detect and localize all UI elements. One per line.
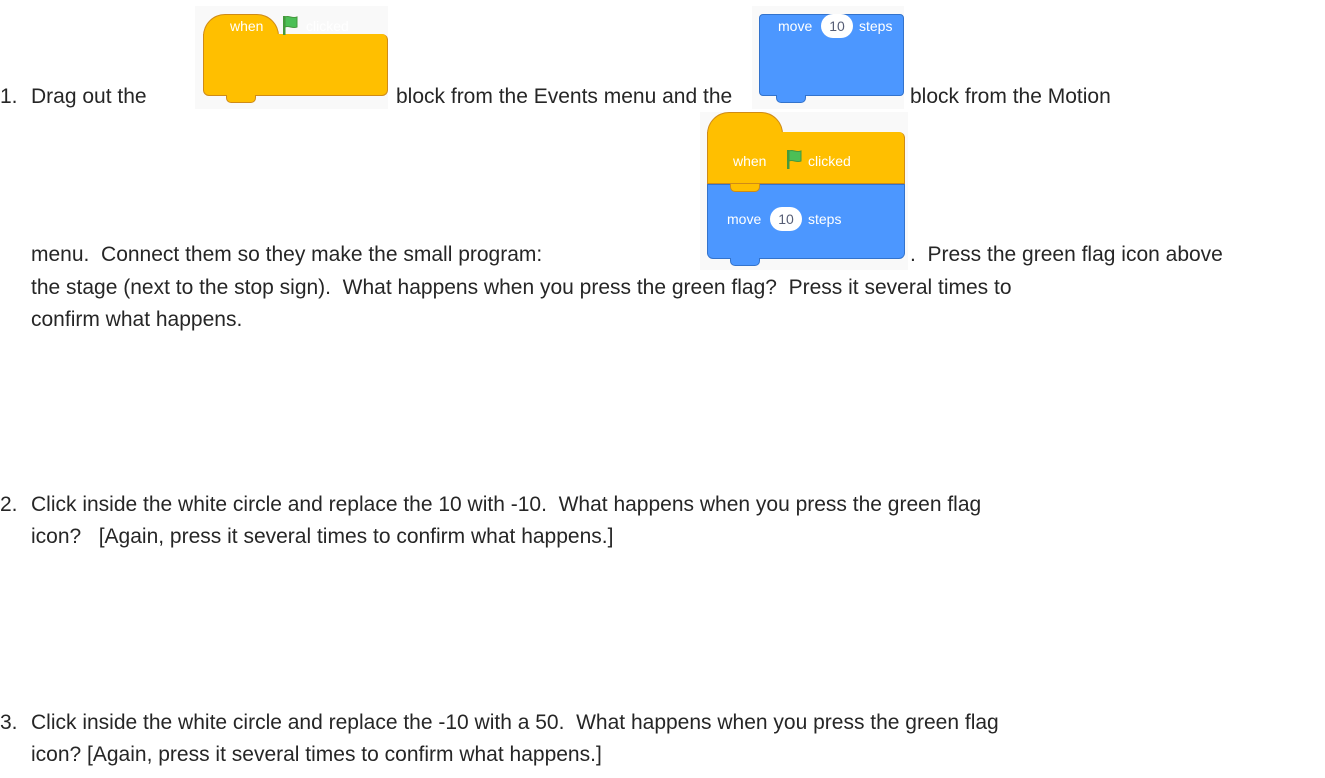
item-2-number: 2.	[0, 493, 18, 516]
item-1-text-f: the stage (next to the stop sign). What …	[31, 276, 1012, 299]
move-steps-value: 10	[821, 14, 853, 38]
program-green-flag-icon	[787, 149, 802, 169]
item-1-text-c: block from the Motion	[910, 85, 1111, 108]
move-word-move: move	[778, 18, 813, 34]
item-1-text-e: . Press the green flag icon above	[910, 243, 1223, 266]
item-2-text-b: icon? [Again, press it several times to …	[31, 525, 614, 548]
item-1-number: 1.	[0, 85, 18, 108]
program-move-word: move	[727, 211, 762, 227]
move-word-steps: steps	[859, 18, 893, 34]
program-move-value: 10	[770, 207, 802, 231]
program-hat-clicked: clicked	[808, 153, 851, 169]
green-flag-icon	[283, 15, 298, 35]
item-3-text-b: icon? [Again, press it several times to …	[31, 743, 602, 766]
program-hat-when: when	[733, 153, 767, 169]
item-1-text-b: block from the Events menu and the	[396, 85, 733, 108]
item-3-number: 3.	[0, 711, 18, 734]
item-3-text-a: Click inside the white circle and replac…	[31, 711, 999, 734]
program-move-steps: steps	[808, 211, 842, 227]
item-1-text-g: confirm what happens.	[31, 308, 243, 331]
item-2-text-a: Click inside the white circle and replac…	[31, 493, 982, 516]
hat-word-when: when	[230, 18, 264, 34]
hat-word-clicked: clicked	[306, 18, 349, 34]
item-1-text-d: menu. Connect them so they make the smal…	[31, 243, 543, 266]
item-1-text-a: Drag out the	[31, 85, 147, 108]
